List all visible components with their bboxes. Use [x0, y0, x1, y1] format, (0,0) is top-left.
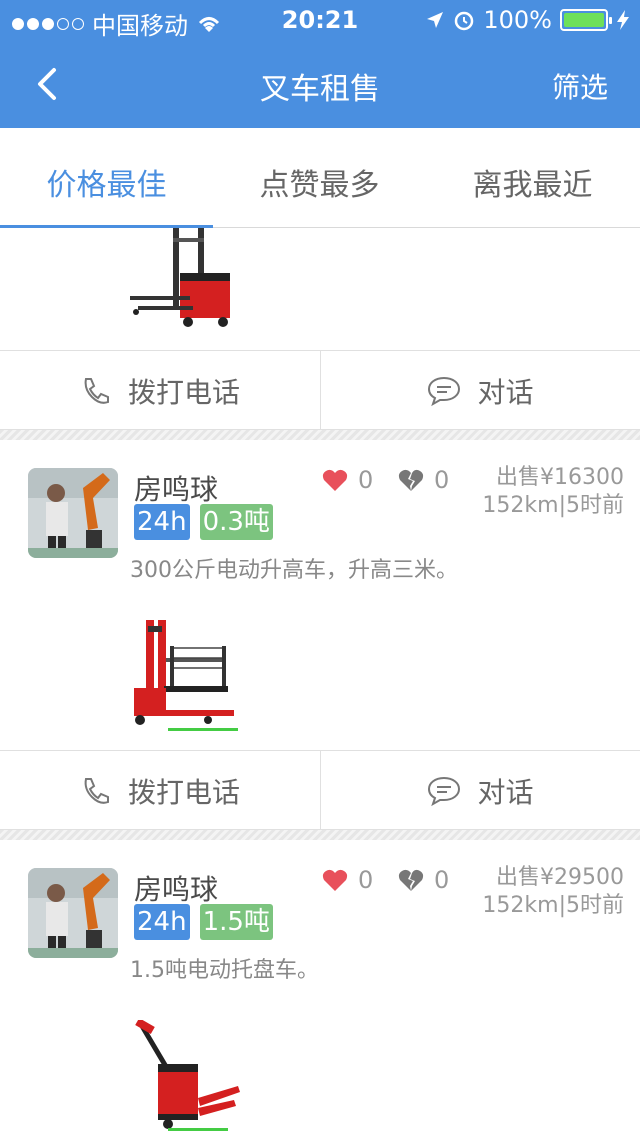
dislike-count: 0	[434, 866, 450, 894]
tag-capacity: 1.5吨	[199, 904, 273, 940]
location-arrow-icon	[427, 12, 444, 28]
status-bar: 中国移动 20:21 100%	[0, 0, 640, 40]
listing-card[interactable]: 房鸣球 24h 0.3吨 0 0 出售¥16300 152km|5时前 300公…	[0, 440, 640, 750]
avatar[interactable]	[28, 468, 118, 558]
seller-name: 房鸣球	[134, 873, 219, 906]
product-image[interactable]	[128, 1020, 248, 1136]
nav-bar: 叉车租售 筛选	[0, 40, 640, 128]
chat-label: 对话	[477, 376, 534, 409]
tag-availability: 24h	[134, 904, 190, 940]
chat-button[interactable]: 对话	[320, 751, 640, 831]
tab-best-price[interactable]: 价格最佳	[0, 160, 213, 204]
tag-availability: 24h	[134, 504, 190, 540]
tab-nearest[interactable]: 离我最近	[426, 160, 639, 204]
tab-most-liked[interactable]: 点赞最多	[213, 160, 426, 204]
call-label: 拨打电话	[127, 376, 240, 409]
page-title: 叉车租售	[260, 72, 380, 107]
divider	[0, 830, 640, 840]
phone-icon	[84, 378, 109, 404]
listing-actions: 拨打电话 对话	[0, 750, 640, 831]
dislike-button[interactable]: 0	[398, 866, 449, 894]
chat-bubble-icon	[428, 376, 461, 407]
price: 出售¥29500	[496, 865, 624, 890]
heart-icon	[322, 869, 348, 891]
top-bar: 中国移动 20:21 100% 叉车租售 筛选	[0, 0, 640, 128]
sort-tabs: 价格最佳 点赞最多 离我最近	[0, 128, 640, 228]
like-count: 0	[358, 466, 374, 494]
listing-actions: 拨打电话 对话	[0, 350, 640, 431]
battery-icon	[560, 9, 612, 31]
battery-percent: 100%	[483, 6, 552, 34]
listing-description: 1.5吨电动托盘车。	[130, 958, 319, 983]
listing-card[interactable]: 房鸣球 24h 1.5吨 0 0 出售¥29500 152km|5时前 1.5吨…	[0, 840, 640, 1136]
listing-meta: 出售¥29500 152km|5时前	[482, 864, 624, 920]
like-button[interactable]: 0	[322, 866, 373, 894]
listing-feed[interactable]: 拨打电话 对话 房鸣球 24h 0.3吨 0 0 出售¥16300 152km|…	[0, 228, 640, 1136]
call-button[interactable]: 拨打电话	[0, 751, 320, 831]
forklift-stacker-image	[130, 228, 230, 327]
divider	[0, 430, 640, 440]
distance-time: 152km|5时前	[482, 893, 624, 918]
call-label: 拨打电话	[127, 776, 240, 809]
chat-button[interactable]: 对话	[320, 351, 640, 431]
distance-time: 152km|5时前	[482, 493, 624, 518]
charging-bolt-icon	[617, 10, 629, 30]
avatar[interactable]	[28, 868, 118, 958]
product-image[interactable]	[0, 228, 640, 350]
phone-icon	[84, 778, 109, 804]
listing-description: 300公斤电动升高车，升高三米。	[130, 558, 458, 583]
tag-list: 24h 0.3吨	[134, 504, 273, 540]
heart-icon	[322, 469, 348, 491]
status-right: 100%	[425, 6, 630, 34]
product-image[interactable]	[128, 618, 248, 738]
chat-bubble-icon	[428, 776, 461, 807]
broken-heart-icon	[398, 869, 424, 891]
price: 出售¥16300	[496, 465, 624, 490]
seller-name: 房鸣球	[134, 473, 219, 506]
filter-button[interactable]: 筛选	[552, 66, 608, 106]
broken-heart-icon	[398, 469, 424, 491]
tag-capacity: 0.3吨	[199, 504, 273, 540]
call-button[interactable]: 拨打电话	[0, 351, 320, 431]
dislike-button[interactable]: 0	[398, 466, 449, 494]
alarm-icon	[455, 11, 474, 31]
chat-label: 对话	[477, 776, 534, 809]
listing-meta: 出售¥16300 152km|5时前	[482, 464, 624, 520]
tag-list: 24h 1.5吨	[134, 904, 273, 940]
like-count: 0	[358, 866, 374, 894]
dislike-count: 0	[434, 466, 450, 494]
like-button[interactable]: 0	[322, 466, 373, 494]
